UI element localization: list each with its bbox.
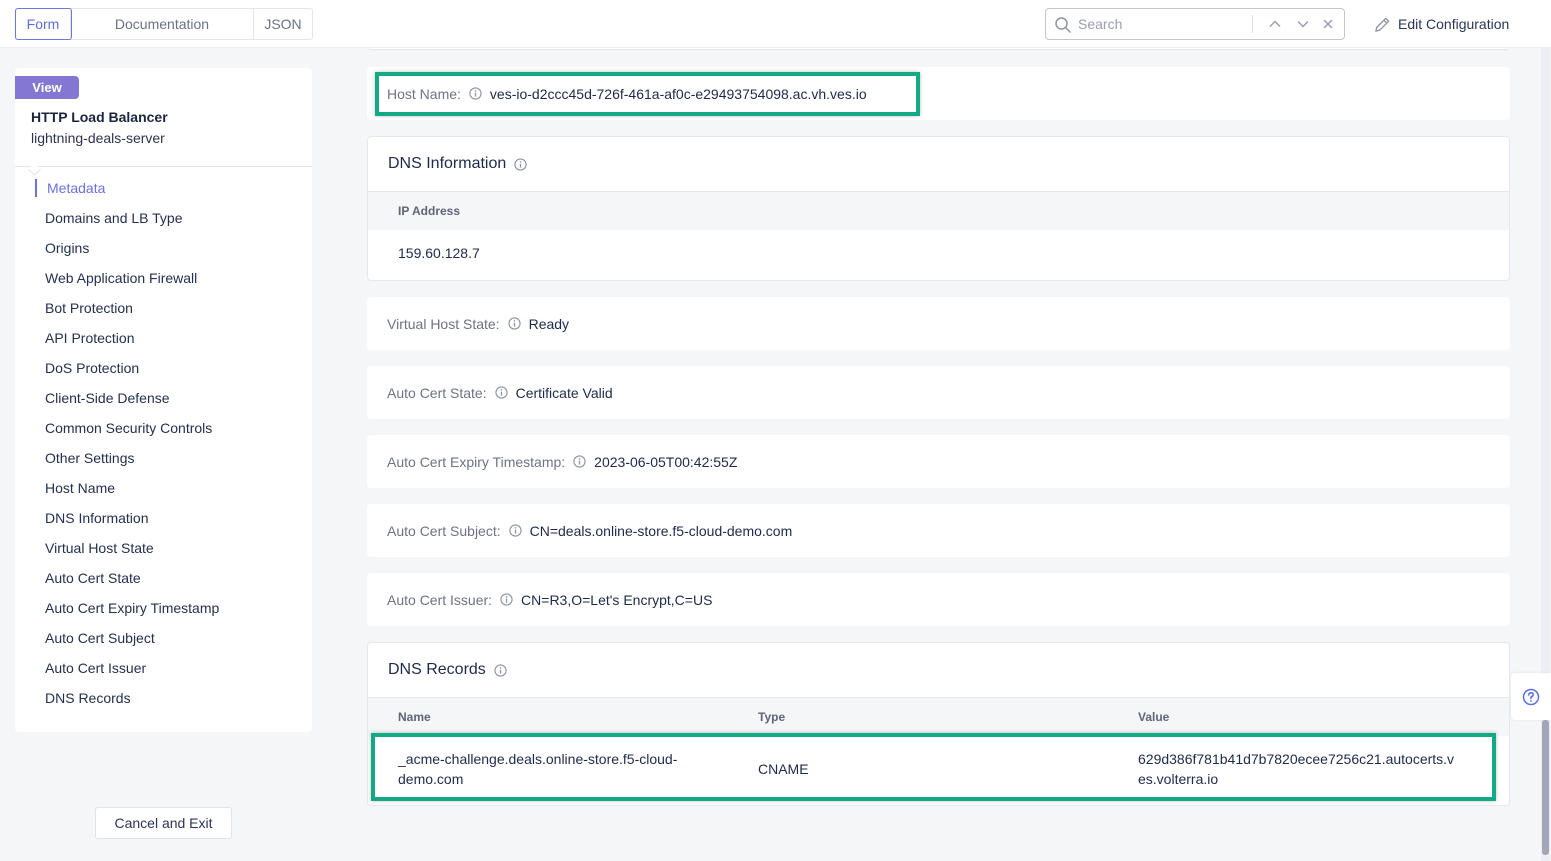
sidebar-item-common-security-controls[interactable]: Common Security Controls (15, 413, 312, 443)
record-value-line1: 629d386f781b41d7b7820ecee7256c21.autocer… (1138, 751, 1455, 767)
pencil-icon (1375, 17, 1390, 32)
auto-cert-issuer-label: Auto Cert Issuer: (387, 591, 493, 608)
auto-cert-state-value: Certificate Valid (515, 384, 613, 401)
auto-cert-state-card: Auto Cert State: Certificate Valid (367, 366, 1510, 419)
view-mode-tabs: Form Documentation JSON (15, 8, 313, 40)
sidebar-divider (15, 166, 312, 167)
object-name: lightning-deals-server (31, 130, 165, 146)
search-divider (1252, 15, 1253, 33)
tab-json[interactable]: JSON (254, 9, 312, 39)
sidebar-item-auto-cert-state[interactable]: Auto Cert State (15, 563, 312, 593)
info-icon[interactable] (507, 317, 521, 330)
virtual-host-state-value: Ready (528, 315, 570, 332)
section-nav: Metadata Domains and LB Type Origins Web… (15, 173, 312, 713)
sidebar-item-auto-cert-expiry[interactable]: Auto Cert Expiry Timestamp (15, 593, 312, 623)
record-value-line2: es.volterra.io (1138, 771, 1219, 787)
host-name-label: Host Name: (387, 85, 461, 102)
column-header-ip-address: IP Address (398, 204, 461, 218)
dns-information-card: DNS Information IP Address 159.60.128.7 (367, 136, 1510, 281)
sidebar-item-domains-lb-type[interactable]: Domains and LB Type (15, 203, 312, 233)
info-icon[interactable] (469, 87, 482, 100)
auto-cert-subject-card: Auto Cert Subject: CN=deals.online-store… (367, 504, 1510, 557)
close-icon[interactable] (1320, 16, 1336, 32)
auto-cert-issuer-value: CN=R3,O=Let's Encrypt,C=US (521, 591, 713, 608)
sidebar-item-api-protection[interactable]: API Protection (15, 323, 312, 353)
dns-records-card: DNS Records Name Type Value _acme-challe… (367, 642, 1510, 806)
sidebar-item-dns-records[interactable]: DNS Records (15, 683, 312, 713)
sidebar-item-client-side-defense[interactable]: Client-Side Defense (15, 383, 312, 413)
dns-records-table-header: Name Type Value (368, 697, 1509, 736)
dns-information-table-header: IP Address (368, 191, 1509, 230)
search-input[interactable] (1078, 13, 1248, 35)
record-type: CNAME (758, 761, 809, 777)
scrollbar-thumb[interactable] (1542, 720, 1549, 855)
sidebar-item-other-settings[interactable]: Other Settings (15, 443, 312, 473)
help-button[interactable] (1511, 673, 1551, 720)
sidebar-item-virtual-host-state[interactable]: Virtual Host State (15, 533, 312, 563)
record-name-line2: demo.com (398, 771, 464, 787)
sidebar-item-origins[interactable]: Origins (15, 233, 312, 263)
search-icon (1055, 17, 1071, 33)
sidebar-item-auto-cert-subject[interactable]: Auto Cert Subject (15, 623, 312, 653)
top-toolbar: Form Documentation JSON Edit Configurati… (0, 0, 1551, 48)
auto-cert-issuer-card: Auto Cert Issuer: CN=R3,O=Let's Encrypt,… (367, 573, 1510, 626)
tab-documentation[interactable]: Documentation (71, 9, 254, 39)
dns-records-title: DNS Records (388, 661, 486, 678)
sidebar-item-dns-information[interactable]: DNS Information (15, 503, 312, 533)
object-type: HTTP Load Balancer (31, 109, 168, 125)
info-icon[interactable] (573, 455, 586, 468)
column-header-name: Name (398, 710, 431, 724)
sidebar-item-host-name[interactable]: Host Name (15, 473, 312, 503)
search-box (1045, 8, 1345, 40)
info-icon[interactable] (500, 593, 513, 606)
column-header-type: Type (758, 710, 786, 724)
virtual-host-state-card: Virtual Host State: Ready (367, 297, 1510, 350)
sidebar-item-waf[interactable]: Web Application Firewall (15, 263, 312, 293)
info-icon[interactable] (514, 157, 527, 171)
dns-information-title: DNS Information (388, 155, 507, 172)
sidebar-item-auto-cert-issuer[interactable]: Auto Cert Issuer (15, 653, 312, 683)
chevron-down-icon[interactable] (1295, 16, 1311, 32)
cancel-and-exit-button[interactable]: Cancel and Exit (95, 807, 232, 839)
record-name-line1: _acme-challenge.deals.online-store.f5-cl… (398, 751, 678, 767)
question-icon (1522, 688, 1540, 705)
host-name-value: ves-io-d2ccc45d-726f-461a-af0c-e29493754… (489, 85, 867, 102)
virtual-host-state-label: Virtual Host State: (387, 315, 500, 332)
info-icon[interactable] (508, 524, 522, 537)
auto-cert-expiry-card: Auto Cert Expiry Timestamp: 2023-06-05T0… (367, 435, 1510, 488)
sidebar-item-bot-protection[interactable]: Bot Protection (15, 293, 312, 323)
chevron-up-icon[interactable] (1267, 16, 1283, 32)
auto-cert-state-label: Auto Cert State: (387, 384, 487, 401)
auto-cert-subject-label: Auto Cert Subject: (387, 522, 501, 539)
info-icon[interactable] (494, 663, 507, 677)
ip-address-value: 159.60.128.7 (398, 245, 480, 261)
auto-cert-expiry-value: 2023-06-05T00:42:55Z (594, 453, 738, 470)
view-badge: View (15, 76, 79, 99)
column-header-value: Value (1138, 710, 1170, 724)
edit-configuration-button[interactable]: Edit Configuration (1373, 13, 1509, 35)
auto-cert-expiry-label: Auto Cert Expiry Timestamp: (387, 453, 566, 470)
tab-form[interactable]: Form (15, 8, 72, 40)
info-icon[interactable] (494, 386, 508, 399)
sidebar-item-metadata[interactable]: Metadata (15, 173, 312, 203)
auto-cert-subject-value: CN=deals.online-store.f5-cloud-demo.com (529, 522, 793, 539)
edit-configuration-label: Edit Configuration (1398, 16, 1510, 32)
host-name-card: Host Name: ves-io-d2ccc45d-726f-461a-af0… (367, 67, 1510, 120)
sidebar-item-dos-protection[interactable]: DoS Protection (15, 353, 312, 383)
sidebar: View HTTP Load Balancer lightning-deals-… (15, 68, 312, 732)
